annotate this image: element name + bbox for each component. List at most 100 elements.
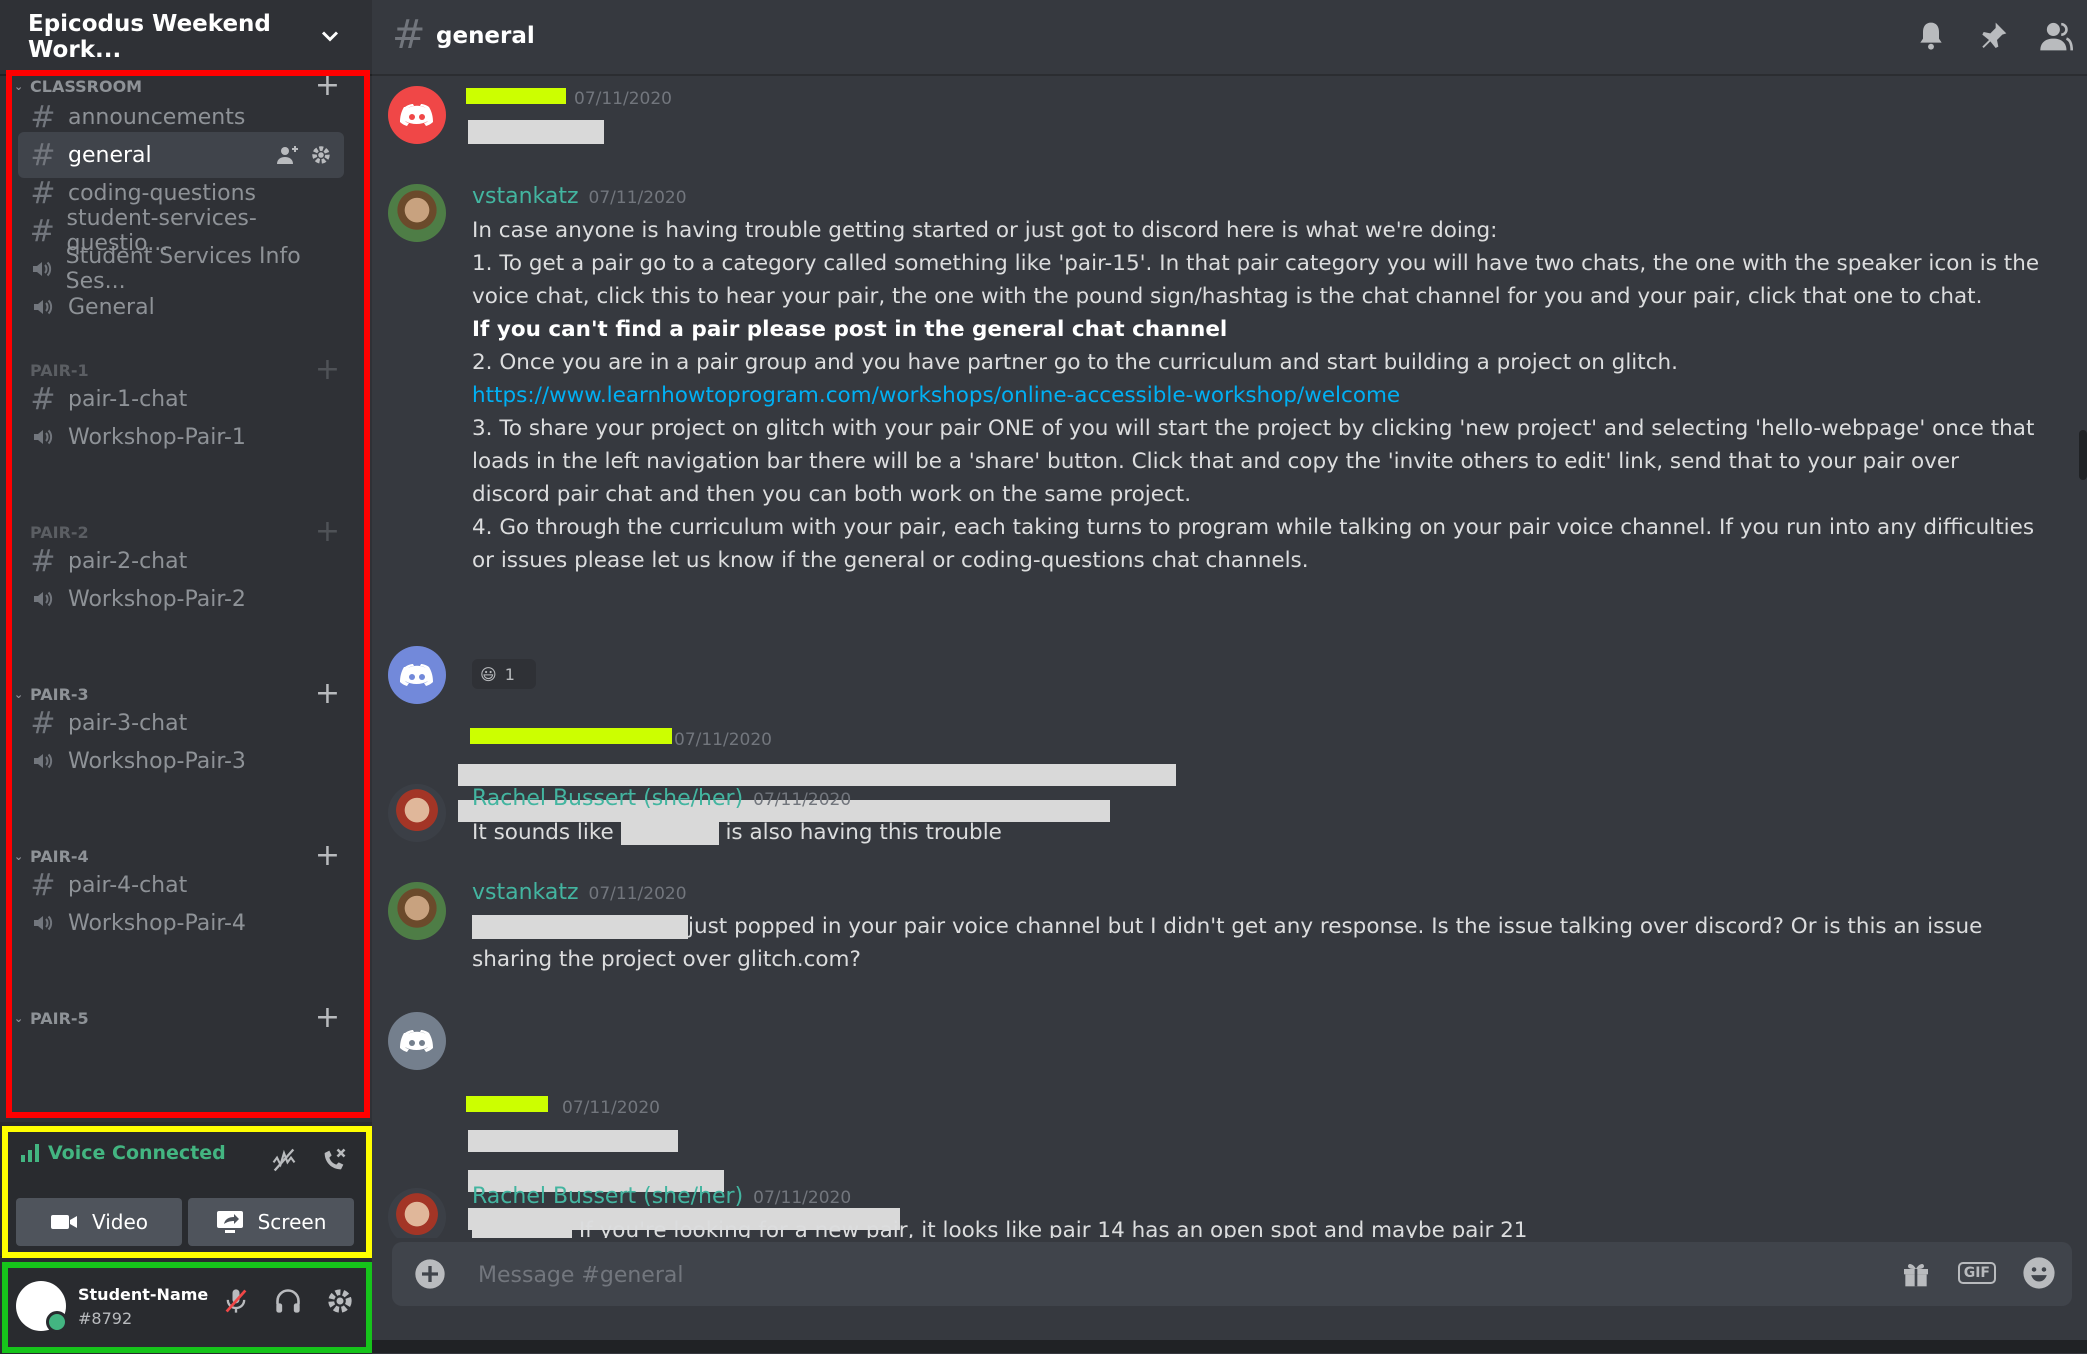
user-settings-gear-icon[interactable]: [326, 1287, 354, 1315]
speaker-icon: [28, 749, 58, 773]
message-body: It sounds like is also having this troub…: [472, 816, 2042, 849]
discord-logo-icon: [400, 104, 433, 126]
gear-icon[interactable]: [310, 144, 332, 166]
category-label: PAIR-5: [30, 1008, 89, 1028]
message-author[interactable]: vstankatz: [472, 880, 579, 905]
avatar[interactable]: [388, 882, 446, 940]
noise-suppression-icon[interactable]: [270, 1146, 298, 1174]
channel-workshop-pair-1[interactable]: Workshop-Pair-1: [18, 414, 344, 460]
chevron-down-icon: [321, 31, 339, 42]
message-author[interactable]: Rachel Bussert (she/her): [472, 1184, 743, 1209]
online-status-dot: [46, 1311, 68, 1333]
speaker-icon: [28, 257, 56, 281]
add-attachment-icon[interactable]: [414, 1258, 446, 1290]
curriculum-link[interactable]: https://www.learnhowtoprogram.com/worksh…: [472, 379, 2042, 412]
reaction[interactable]: 😃 1: [472, 659, 536, 689]
message-text: If you're looking for a new pair, it loo…: [578, 1218, 1528, 1238]
channel-label: Workshop-Pair-3: [68, 748, 246, 774]
message-composer: GIF: [392, 1242, 2072, 1306]
channel-sidebar: Epicodus Weekend Work... ⌄ CLASSROOM + #…: [0, 0, 372, 1354]
message-line: In case anyone is having trouble getting…: [472, 218, 1498, 243]
username: Student-Name: [78, 1285, 209, 1304]
message-line-bold: If you can't find a pair please post in …: [472, 317, 1228, 342]
avatar[interactable]: [16, 1281, 68, 1333]
hash-icon: #: [30, 175, 56, 211]
avatar[interactable]: [388, 784, 446, 842]
message-line: 3. To share your project on glitch with …: [472, 416, 2035, 507]
caret-down-icon: ⌄: [14, 79, 24, 93]
hash-icon: #: [392, 12, 426, 58]
screen-share-button[interactable]: Screen: [188, 1198, 354, 1246]
speaker-icon: [28, 295, 58, 319]
emoji-icon[interactable]: [2022, 1256, 2056, 1290]
hash-icon: #: [29, 213, 55, 249]
voice-panel: Voice Connected Video Screen: [0, 1122, 372, 1256]
timestamp: 07/11/2020: [588, 188, 687, 208]
channel-label: Workshop-Pair-4: [68, 910, 246, 936]
avatar[interactable]: [388, 646, 446, 704]
message-author[interactable]: Rachel Bussert (she/her): [472, 786, 743, 811]
avatar[interactable]: [388, 1012, 446, 1070]
avatar[interactable]: [388, 1188, 446, 1238]
channel-workshop-pair-4[interactable]: Workshop-Pair-4: [18, 900, 344, 946]
speaker-icon: [28, 911, 58, 935]
channel-label: pair-3-chat: [68, 710, 188, 736]
reaction-emoji: 😃: [480, 664, 497, 684]
redacted-mention: [620, 821, 719, 845]
channel-label: General: [68, 294, 155, 320]
invite-icon[interactable]: [276, 144, 300, 166]
message-text: It sounds like: [472, 820, 614, 845]
channel-title: general: [436, 23, 535, 49]
category-label: CLASSROOM: [30, 76, 143, 96]
discord-logo-icon: [400, 1030, 433, 1052]
gif-icon[interactable]: GIF: [1957, 1262, 1996, 1284]
avatar[interactable]: [388, 86, 446, 144]
channel-label: pair-4-chat: [68, 872, 188, 898]
channel-label: Workshop-Pair-1: [68, 424, 246, 450]
redacted-mention: [472, 1219, 572, 1238]
server-header[interactable]: Epicodus Weekend Work...: [0, 0, 372, 76]
members-icon[interactable]: [2039, 20, 2073, 52]
message-body: If you're looking for a new pair, it loo…: [472, 1214, 2042, 1238]
channel-general-voice[interactable]: General: [18, 284, 344, 330]
channel-workshop-pair-2[interactable]: Workshop-Pair-2: [18, 576, 344, 622]
channel-workshop-pair-3[interactable]: Workshop-Pair-3: [18, 738, 344, 784]
disconnect-icon[interactable]: [320, 1146, 348, 1174]
video-button[interactable]: Video: [16, 1198, 182, 1246]
timestamp: 07/11/2020: [753, 790, 852, 810]
timestamp: 07/11/2020: [588, 884, 687, 904]
caret-down-icon: ⌄: [14, 687, 24, 701]
channel-label: pair-1-chat: [68, 386, 188, 412]
redacted-author: [466, 1096, 548, 1112]
caret-down-icon: ⌄: [14, 1011, 24, 1025]
avatar[interactable]: [388, 184, 446, 242]
channel-label: coding-questions: [68, 180, 256, 206]
message-input[interactable]: [476, 1254, 1860, 1296]
bell-icon[interactable]: [1915, 20, 1947, 52]
timestamp: 07/11/2020: [562, 1098, 660, 1118]
redacted-author: [470, 728, 672, 744]
voice-status[interactable]: Voice Connected: [20, 1142, 226, 1164]
pin-icon[interactable]: [1977, 20, 2009, 52]
message-list: 07/11/2020 vstankatz 07/11/2020 In case a…: [372, 78, 2072, 1238]
redacted-mention: [472, 915, 688, 939]
camera-icon: [50, 1215, 77, 1229]
bottom-strip: [372, 1340, 2087, 1353]
hash-icon: #: [30, 99, 56, 135]
timestamp: 07/11/2020: [674, 730, 772, 750]
mute-microphone-icon[interactable]: [222, 1287, 250, 1315]
channel-list: ⌄ CLASSROOM + # announcements # general …: [0, 76, 372, 1122]
scrollbar[interactable]: [2079, 430, 2087, 480]
category-pair-5[interactable]: ⌄ PAIR-5 +: [14, 1002, 346, 1034]
message-body: just popped in your pair voice channel b…: [472, 910, 2042, 976]
message-author[interactable]: vstankatz: [472, 184, 579, 209]
headphones-icon[interactable]: [274, 1287, 302, 1315]
redacted-text: [468, 120, 604, 144]
video-label: Video: [91, 1210, 149, 1234]
hash-icon: #: [30, 867, 56, 903]
message-line: 2. Once you are in a pair group and you …: [472, 350, 1678, 375]
screen-label: Screen: [257, 1210, 327, 1234]
gift-icon[interactable]: [1900, 1257, 1932, 1289]
create-channel-icon[interactable]: +: [315, 1002, 340, 1034]
channel-label: pair-2-chat: [68, 548, 188, 574]
